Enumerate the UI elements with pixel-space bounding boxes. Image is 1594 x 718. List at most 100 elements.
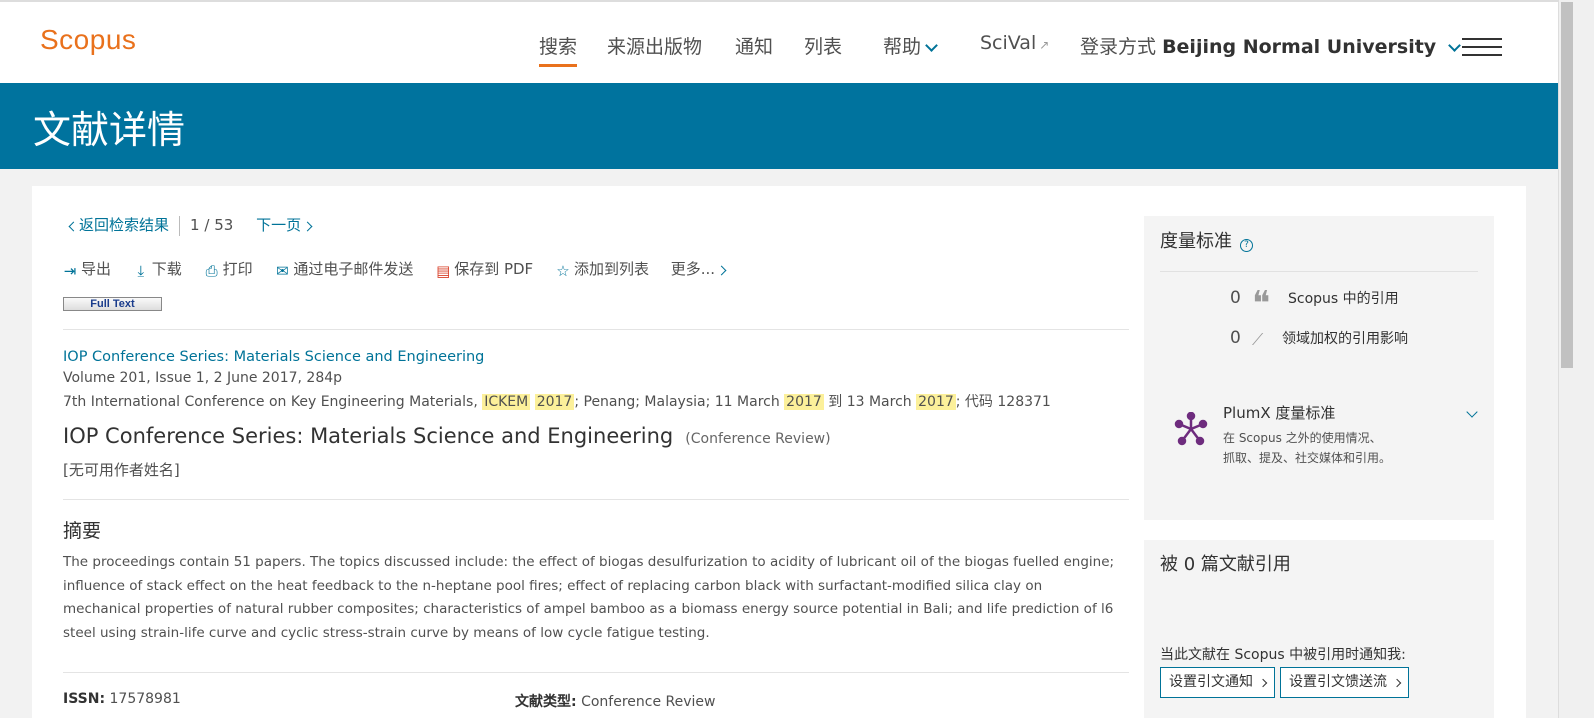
set-alert-label: 设置引文通知: [1169, 674, 1253, 690]
document-type-field: 文献类型: Conference Review: [515, 691, 715, 711]
next-page-link[interactable]: 下一页: [256, 216, 313, 234]
section-divider: [63, 329, 1129, 330]
doctype-label: 文献类型:: [515, 694, 577, 710]
nav-alerts[interactable]: 通知: [735, 32, 773, 59]
scrollbar-thumb[interactable]: [1561, 2, 1573, 368]
email-icon: ✉: [276, 262, 289, 280]
login-prefix: 登录方式: [1080, 36, 1157, 58]
document-title: IOP Conference Series: Materials Science…: [63, 424, 831, 448]
download-icon: ⤓: [137, 262, 145, 280]
download-button[interactable]: ⤓ 下载: [133, 258, 182, 280]
search-highlight: 2017: [534, 394, 575, 410]
issn-value: 17578981: [109, 691, 181, 707]
nav-sources[interactable]: 来源出版物: [607, 32, 702, 59]
full-text-button[interactable]: Full Text: [63, 297, 162, 311]
back-to-results-link[interactable]: 返回检索结果: [68, 216, 170, 234]
search-highlight: 2017: [916, 394, 956, 410]
print-label: 打印: [222, 260, 253, 278]
issn-field: ISSN: 17578981: [63, 691, 181, 707]
conf-text: 7th International Conference on Key Engi…: [63, 394, 478, 410]
source-title-link[interactable]: IOP Conference Series: Materials Science…: [63, 349, 484, 365]
add-to-list-button[interactable]: ☆ 添加到列表: [555, 258, 649, 279]
star-icon: ☆: [556, 262, 570, 280]
download-label: 下载: [151, 260, 182, 278]
set-feed-label: 设置引文馈送流: [1289, 674, 1387, 690]
add-list-label: 添加到列表: [573, 260, 649, 278]
cited-by-title: 被 0 篇文献引用: [1160, 554, 1291, 575]
nav-institution-login[interactable]: 登录方式 Beijing Normal University: [1080, 32, 1462, 59]
conference-info: 7th International Conference on Key Engi…: [63, 391, 1051, 411]
pdf-icon: ▤: [436, 262, 451, 280]
export-label: 导出: [81, 260, 112, 278]
conf-text: 到 13 March: [828, 394, 912, 410]
scale-icon: ⟋: [1252, 330, 1264, 349]
main-nav: 搜索 来源出版物 通知 列表 帮助 SciVal ↗ 登录方式 Beijing N…: [0, 32, 1558, 67]
cited-by-card: 被 0 篇文献引用 当此文献在 Scopus 中被引用时通知我: 设置引文通知 …: [1144, 540, 1494, 718]
conf-text: ; Penang; Malaysia; 11 March: [574, 394, 780, 410]
set-citation-feed-button[interactable]: 设置引文馈送流: [1280, 667, 1410, 698]
next-page-label: 下一页: [256, 216, 302, 234]
email-label: 通过电子邮件发送: [293, 260, 414, 278]
nav-help[interactable]: 帮助: [883, 32, 938, 59]
nav-help-label: 帮助: [883, 36, 922, 58]
plumx-icon: [1174, 412, 1208, 446]
page-title: 文献详情: [33, 108, 186, 152]
nav-scival-label: SciVal: [980, 32, 1037, 54]
abstract-text: The proceedings contain 51 papers. The t…: [63, 554, 1115, 641]
scrollbar[interactable]: [1558, 0, 1594, 718]
quote-icon: ❝: [1252, 284, 1271, 324]
nav-scival[interactable]: SciVal ↗: [980, 32, 1049, 54]
export-button[interactable]: ⇥ 导出: [62, 258, 111, 279]
plumx-description: 在 Scopus 之外的使用情况、抓取、提及、社交媒体和引用。: [1223, 431, 1392, 465]
metrics-card: 度量标准? 0 ❝ Scopus 中的引用 0 ⟋ 领域加权的引用影响 PlumX 度量…: [1144, 216, 1494, 520]
export-icon: ⇥: [63, 262, 77, 280]
more-label: 更多...: [670, 260, 716, 278]
result-slash: /: [204, 216, 210, 234]
citation-alert-note: 当此文献在 Scopus 中被引用时通知我:: [1160, 647, 1406, 663]
fwci-value: 0: [1230, 328, 1241, 348]
volume-info: Volume 201, Issue 1, 2 June 2017, 284p: [63, 370, 343, 386]
save-pdf-button[interactable]: ▤ 保存到 PDF: [435, 258, 533, 279]
citation-count: 0: [1230, 288, 1241, 308]
conf-code: ; 代码 128371: [955, 394, 1051, 410]
plumx-title: PlumX 度量标准: [1223, 404, 1336, 422]
help-icon[interactable]: ?: [1240, 239, 1253, 252]
chevron-right-icon: [302, 221, 313, 232]
chevron-left-icon: [68, 221, 79, 232]
external-link-icon: ↗: [1039, 38, 1050, 52]
institution-name: Beijing Normal University: [1162, 36, 1437, 58]
result-total: 53: [214, 216, 234, 234]
metrics-title: 度量标准?: [1160, 227, 1253, 253]
document-title-text: IOP Conference Series: Materials Science…: [63, 424, 674, 448]
chevron-right-icon: [716, 265, 727, 276]
result-position: 1: [190, 216, 200, 234]
field-weighted-impact[interactable]: 0 ⟋ 领域加权的引用影响: [1230, 328, 1408, 350]
doctype-value: Conference Review: [581, 694, 716, 710]
nav-search[interactable]: 搜索: [539, 32, 578, 67]
chevron-down-icon: [925, 39, 938, 52]
menu-icon[interactable]: [1462, 38, 1502, 58]
section-divider: [63, 672, 1129, 673]
print-button[interactable]: ⎙ 打印: [204, 258, 253, 279]
divider: [179, 215, 181, 236]
print-icon: ⎙: [205, 262, 218, 280]
chevron-right-icon: [1393, 678, 1402, 688]
issn-label: ISSN:: [63, 691, 106, 707]
authors: [无可用作者姓名]: [63, 461, 180, 479]
section-divider: [63, 499, 1129, 500]
metrics-title-text: 度量标准: [1160, 231, 1232, 252]
divider: [1160, 271, 1478, 272]
more-button[interactable]: 更多...: [670, 258, 727, 279]
scopus-citations[interactable]: 0 ❝ Scopus 中的引用: [1230, 284, 1399, 324]
search-highlight: 2017: [784, 394, 824, 410]
email-button[interactable]: ✉ 通过电子邮件发送: [274, 258, 413, 279]
back-to-results-label: 返回检索结果: [79, 216, 170, 234]
chevron-right-icon: [1259, 678, 1268, 688]
fwci-label: 领域加权的引用影响: [1282, 331, 1408, 347]
set-citation-alert-button[interactable]: 设置引文通知: [1160, 667, 1276, 698]
chevron-down-icon[interactable]: [1466, 406, 1478, 418]
results-navigation: 返回检索结果 1 / 53 下一页: [68, 214, 313, 236]
document-type-label: (Conference Review): [685, 431, 831, 447]
abstract-heading: 摘要: [63, 520, 102, 542]
nav-lists[interactable]: 列表: [804, 32, 842, 59]
